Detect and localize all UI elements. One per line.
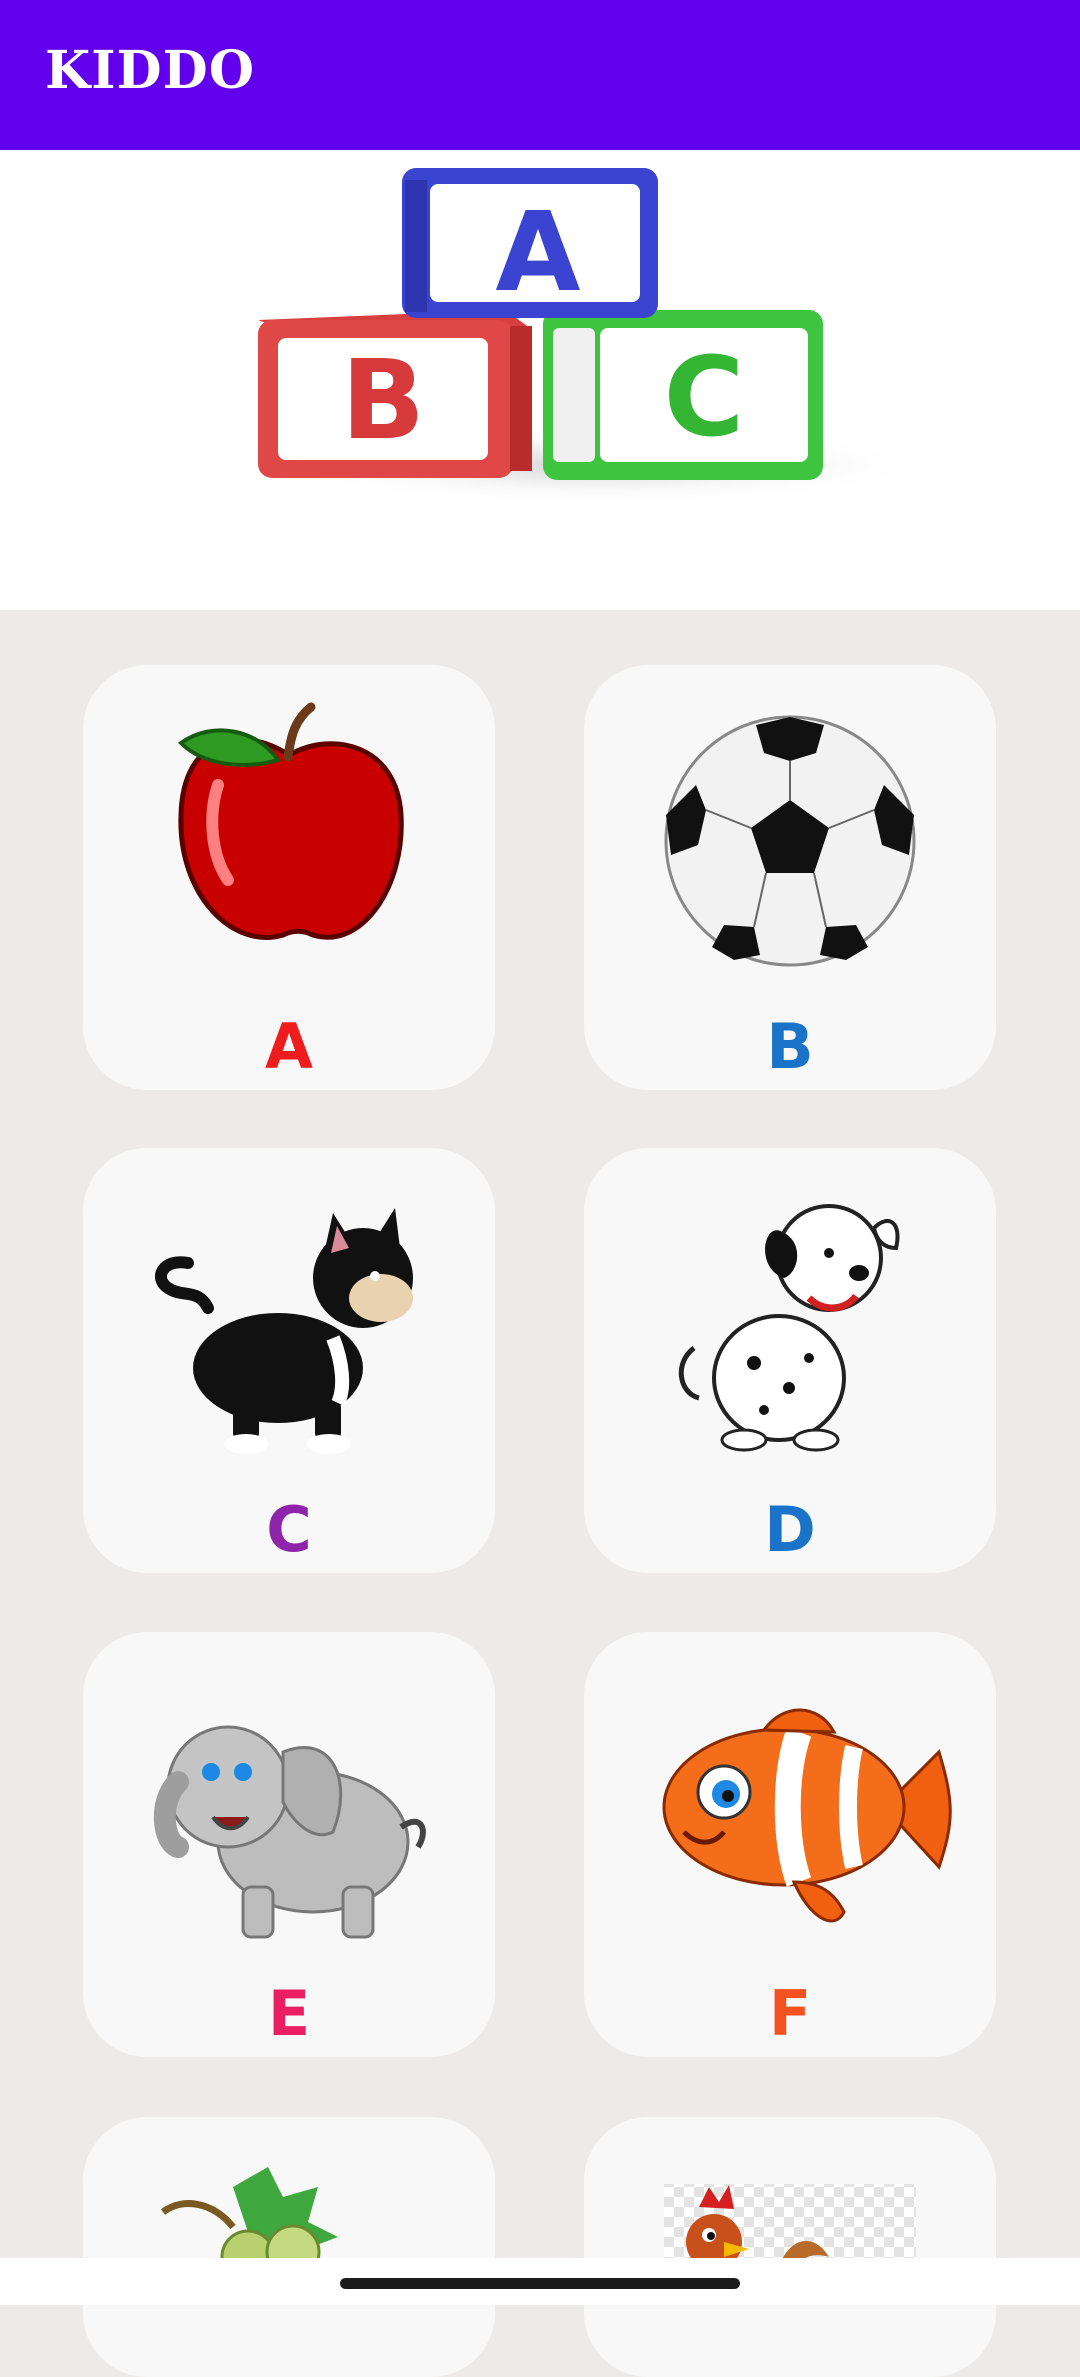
card-letter: A [265,1010,313,1083]
letter-card-c[interactable]: C [83,1148,495,1573]
card-letter: B [766,1010,814,1083]
letter-card-g[interactable] [83,2117,495,2377]
elephant-icon [153,1725,426,1939]
abc-blocks-image: B C A [258,168,930,505]
grapes-icon [160,2167,338,2285]
soccer-ball-icon [664,715,916,967]
card-letter: D [764,1493,816,1566]
abc-blocks-banner: B C A [0,150,1080,610]
svg-text:B: B [341,336,425,464]
home-gesture-handle[interactable] [340,2278,740,2289]
app-title: KIDDO [45,40,256,101]
block-a: A [402,168,658,318]
cat-icon [155,1208,413,1454]
letter-card-f[interactable]: F [584,1632,996,2057]
dog-icon [678,1204,900,1452]
letter-card-h[interactable] [584,2117,996,2377]
card-letter: C [266,1493,312,1566]
svg-text:A: A [495,188,580,316]
fish-icon [662,1708,952,1923]
block-b: B [258,310,532,478]
app-bar: KIDDO [0,0,1080,150]
card-letter: F [768,1977,812,2050]
letter-card-a[interactable]: A [83,665,495,1090]
letter-card-d[interactable]: D [584,1148,996,1573]
hen-icon [664,2184,916,2274]
letter-card-e[interactable]: E [83,1632,495,2057]
card-letter: E [267,1977,311,2050]
letter-card-b[interactable]: B [584,665,996,1090]
svg-text:C: C [664,333,745,461]
block-c: C [543,310,823,480]
apple-icon [177,702,404,940]
